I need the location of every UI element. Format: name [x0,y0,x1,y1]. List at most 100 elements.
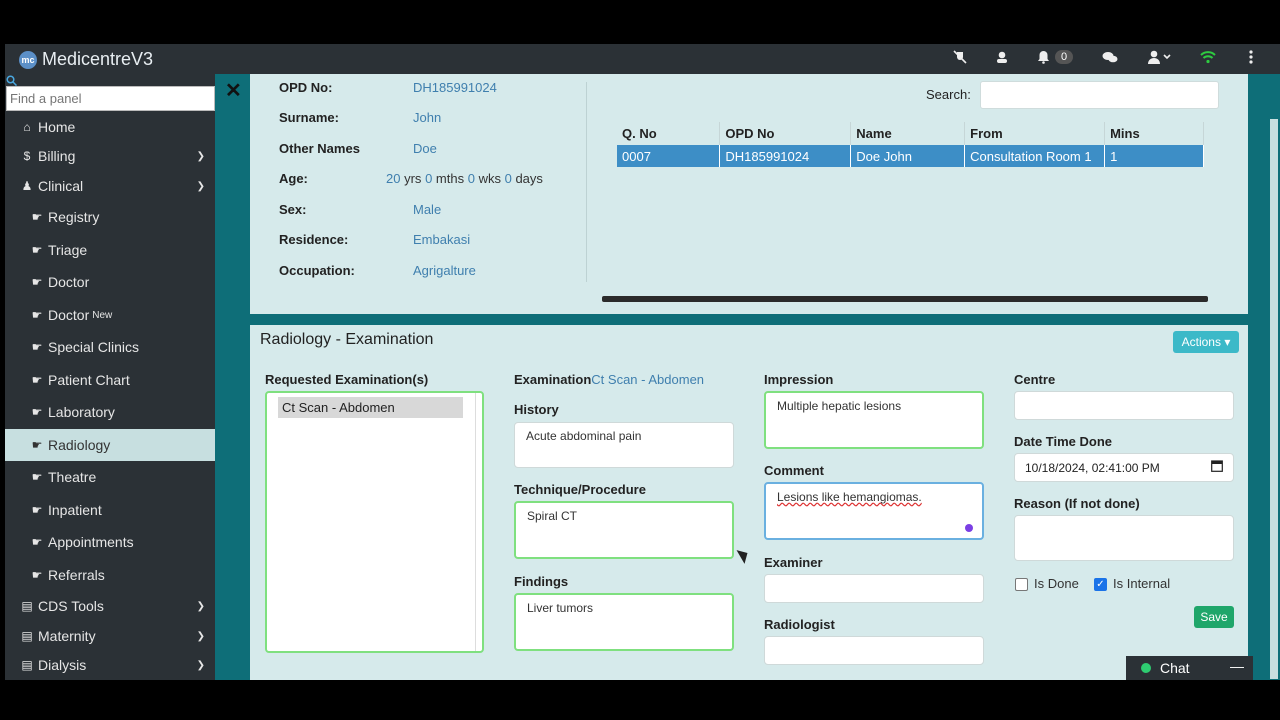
radiology-examination-panel: Radiology - Examination Actions ▾ Reques… [250,325,1248,680]
occupation-value: Agrigalture [413,263,476,278]
sidebar-item-label: Theatre [48,469,97,485]
examiner-field[interactable] [764,574,984,603]
column-header[interactable]: From [964,122,1106,145]
column-header[interactable]: OPD No [719,122,852,145]
age-label: Age: [279,171,308,186]
book-icon: ▤ [21,658,33,672]
app-window: mc MedicentreV3 0 ⌂Hom [5,44,1280,680]
sidebar-item-label: Doctor [48,307,90,323]
sidebar-item-label: Inpatient [48,502,102,518]
brand[interactable]: mc MedicentreV3 [19,49,153,70]
chat-bubbles-icon[interactable] [1101,50,1119,68]
user-switch-icon[interactable] [993,50,1011,68]
other-names-value: Doe [413,141,437,156]
radiologist-label: Radiologist [764,617,835,632]
sidebar-item-label: Referrals [48,567,105,583]
surname-value: John [413,110,442,125]
radiologist-field[interactable] [764,636,984,665]
panel-title: Radiology - Examination [260,331,434,348]
sidebar-item-referrals[interactable]: ☛ Referrals [5,560,215,590]
top-navbar: mc MedicentreV3 0 [5,44,1280,74]
sidebar-item-label: Doctor [48,274,90,290]
reason-field[interactable] [1014,515,1234,561]
vertical-scrollbar[interactable] [1270,119,1278,679]
sidebar-item-laboratory[interactable]: ☛ Laboratory [5,397,215,427]
table-row[interactable]: 0007 DH185991024 Doe John Consultation R… [617,145,1204,167]
sidebar-item-maternity[interactable]: ▤ Maternity ❯ [5,621,215,651]
technique-label: Technique/Procedure [514,482,646,497]
is-done-checkbox[interactable] [1015,578,1028,591]
list-item[interactable]: Ct Scan - Abdomen [278,397,463,418]
hand-icon: ☛ [31,438,43,452]
more-vertical-icon[interactable] [1242,50,1260,68]
sidebar-item-label: Laboratory [48,404,115,420]
bell-icon[interactable] [1034,50,1052,68]
notification-badge[interactable]: 0 [1055,50,1074,64]
impression-field[interactable]: Multiple hepatic lesions [764,391,984,449]
mute-icon[interactable] [951,50,969,68]
save-button[interactable]: Save [1194,606,1234,628]
panel-search-input[interactable] [6,86,215,111]
sidebar-item-radiology[interactable]: ☛ Radiology [5,429,215,461]
sidebar-item-cds-tools[interactable]: ▤ CDS Tools ❯ [5,591,215,621]
close-icon[interactable]: ✕ [225,78,242,103]
chevron-down-icon: ❯ [196,600,205,612]
impression-label: Impression [764,372,834,387]
chat-widget[interactable]: Chat — [1126,656,1253,680]
sidebar-item-triage[interactable]: ☛ Triage [5,235,215,265]
actions-dropdown-button[interactable]: Actions ▾ [1173,331,1239,353]
datetime-field[interactable]: 10/18/2024, 02:41:00 PM [1014,453,1234,482]
hand-icon: ☛ [31,470,43,484]
hand-icon: ☛ [31,568,43,582]
user-menu-icon[interactable] [1146,50,1174,68]
sidebar-item-doctor-new[interactable]: ☛ Doctor New [5,300,215,330]
sidebar-item-label: Home [38,119,76,135]
sidebar-item-label: Appointments [48,534,134,550]
centre-field[interactable] [1014,391,1234,420]
sidebar-item-theatre[interactable]: ☛ Theatre [5,462,215,492]
opd-label: OPD No: [279,80,333,95]
sidebar-item-home[interactable]: ⌂ Home [5,112,215,142]
column-header[interactable]: Name [850,122,966,145]
column-header[interactable]: Q. No [617,122,721,145]
hand-icon: ☛ [31,535,43,549]
chevron-down-icon: ❯ [196,150,205,162]
sidebar-item-dialysis[interactable]: ▤ Dialysis ❯ [5,650,215,680]
datetime-value: 10/18/2024, 02:41:00 PM [1025,461,1160,475]
table-cell: Doe John [850,145,966,167]
wifi-icon [1199,50,1217,68]
sidebar-item-inpatient[interactable]: ☛ Inpatient [5,495,215,525]
sidebar-item-billing[interactable]: $ Billing ❯ [5,141,215,171]
is-internal-label: Is Internal [1113,576,1171,591]
sidebar-item-appointments[interactable]: ☛ Appointments [5,527,215,557]
comment-field[interactable]: Lesions like hemangiomas. [764,482,984,540]
chevron-down-icon: ❯ [196,180,205,192]
findings-field[interactable]: Liver tumors [514,593,734,651]
minimize-button[interactable]: — [1230,658,1244,674]
queue-table: Q. No OPD No Name From Mins 0007 DH18599… [617,122,1204,167]
sidebar-item-label: Clinical [38,178,84,194]
hand-icon: ☛ [31,210,43,224]
surname-label: Surname: [279,110,339,125]
divider [586,82,587,282]
sidebar-item-doctor[interactable]: ☛ Doctor [5,267,215,297]
queue-search-input[interactable] [980,81,1219,109]
sidebar-item-label: Dialysis [38,657,87,673]
sidebar-item-patient-chart[interactable]: ☛ Patient Chart [5,365,215,395]
horizontal-scrollbar[interactable] [602,296,1208,302]
hand-icon: ☛ [31,405,43,419]
hand-icon: ☛ [31,275,43,289]
sidebar-item-clinical[interactable]: ♟ Clinical ❯ [5,171,215,201]
history-field[interactable]: Acute abdominal pain [514,422,734,468]
sidebar-item-special-clinics[interactable]: ☛ Special Clinics [5,332,215,362]
centre-label: Centre [1014,372,1056,387]
technique-field[interactable]: Spiral CT [514,501,734,559]
sidebar-item-registry[interactable]: ☛ Registry [5,202,215,232]
examination-value: Ct Scan - Abdomen [591,372,705,387]
column-header[interactable]: Mins [1104,122,1204,145]
is-internal-checkbox[interactable]: ✓ [1094,578,1107,591]
requested-exams-list[interactable]: Ct Scan - Abdomen [265,391,484,653]
calendar-icon[interactable] [1211,459,1223,475]
new-badge: New [92,309,113,321]
user-md-icon: ♟ [21,179,33,193]
